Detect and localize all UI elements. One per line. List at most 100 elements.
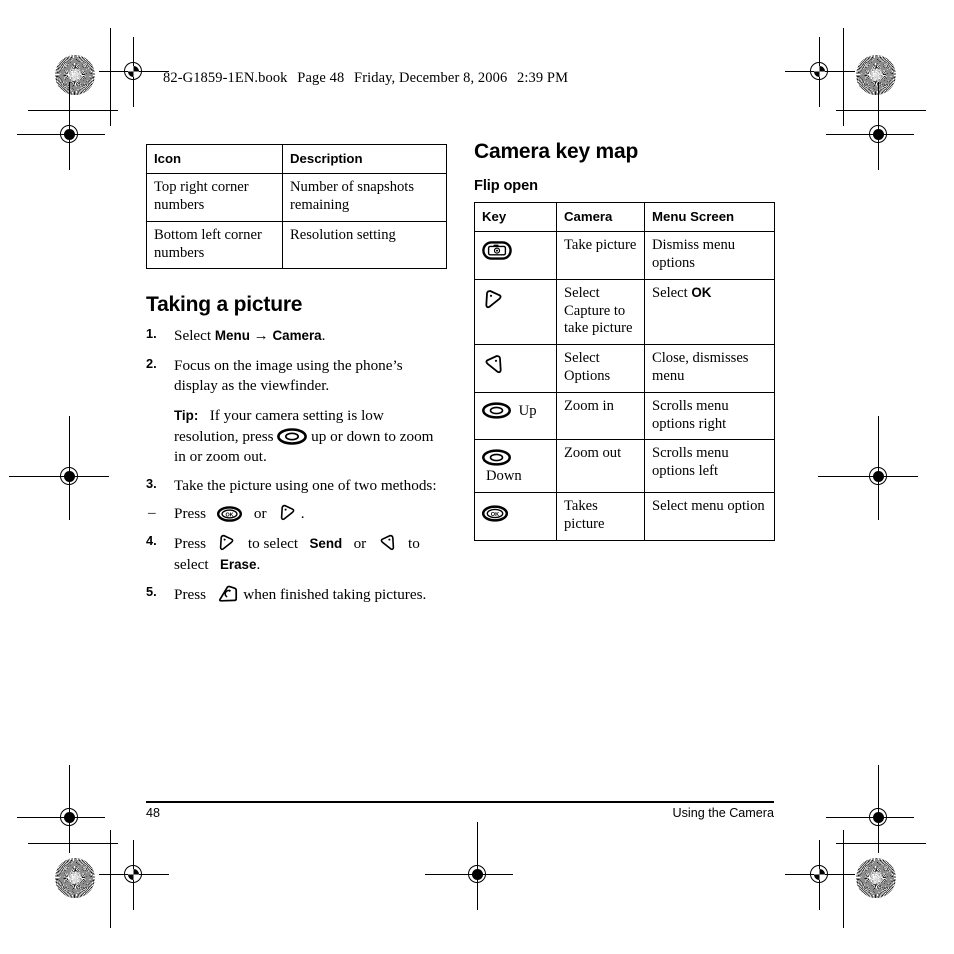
cell-key: Down xyxy=(474,439,557,493)
svg-text:OK: OK xyxy=(491,512,499,518)
ui-term-menu: Menu xyxy=(214,328,250,344)
header-time: 2:39 PM xyxy=(517,70,569,86)
registration-mark-bottom-right xyxy=(785,840,855,910)
registration-mark-mid-right xyxy=(818,416,918,520)
cell-menu-screen: Close, dismisses menu xyxy=(644,344,775,393)
cell-camera: Takes picture xyxy=(556,491,645,541)
registration-mark-bottom-center xyxy=(425,822,513,910)
ui-term-send: Send xyxy=(309,536,343,552)
trim-rule-right xyxy=(843,28,845,126)
camera-key-icon xyxy=(482,241,512,260)
subsection-title-flip-open: Flip open xyxy=(474,178,538,194)
cell-menu-screen: Select menu option xyxy=(644,491,775,541)
arrow-glyph: → xyxy=(253,328,269,345)
cell-description: Resolution setting xyxy=(282,220,447,270)
trim-rule-right-bottom xyxy=(843,830,845,928)
registration-mark-top-left xyxy=(99,37,169,107)
cell-menu-screen: Scrolls menu options left xyxy=(644,439,775,493)
step-3: 3. Take the picture using one of two met… xyxy=(146,476,446,496)
trim-rule-bottom-left xyxy=(28,843,118,845)
nav-key-icon xyxy=(277,427,308,445)
step-text-post: . xyxy=(321,327,326,345)
registration-mark-lower-left-inner xyxy=(17,765,105,853)
footer-page-number: 48 xyxy=(146,806,161,820)
table-row: Up Zoom in Scrolls menu options right xyxy=(474,391,775,441)
trim-rule-top-right xyxy=(836,110,926,112)
step-text-pre: Select xyxy=(174,327,215,345)
step-number: 5. xyxy=(146,583,157,599)
step4-to-select-label: to select xyxy=(247,535,299,553)
step-text: Focus on the image using the phone’s dis… xyxy=(174,357,403,395)
table-row: Down Zoom out Scrolls menu options left xyxy=(474,439,775,493)
cell-key xyxy=(474,344,557,393)
right-soft-key-icon xyxy=(482,353,505,376)
ui-term-erase: Erase xyxy=(219,556,257,572)
table-row: Select Options Close, dismisses menu xyxy=(474,344,775,393)
step4-to-label: to xyxy=(408,535,420,553)
cell-camera: Select Options xyxy=(556,344,645,393)
step-5: 5. Press when finished taking pictures. xyxy=(146,584,446,605)
cell-key xyxy=(474,231,557,280)
substep-period: . xyxy=(300,505,305,523)
left-soft-key-icon xyxy=(217,533,236,552)
table-row: Take picture Dismiss menu options xyxy=(474,231,775,280)
ok-key-icon: OK xyxy=(217,506,243,523)
step4-or-label: or xyxy=(353,535,367,553)
header-page: Page 48 xyxy=(297,70,345,86)
column-header-key: Key xyxy=(474,201,557,233)
registration-mark-top-right xyxy=(785,37,855,107)
section-title-taking-a-picture: Taking a picture xyxy=(146,293,303,317)
cell-menu-screen: Dismiss menu options xyxy=(644,231,775,280)
page-canvas: 82-G1859-1EN.book Page 48 Friday, Decemb… xyxy=(0,0,954,954)
nav-key-icon xyxy=(482,449,511,466)
section-title-camera-key-map: Camera key map xyxy=(474,140,639,163)
right-soft-key-icon xyxy=(378,533,397,552)
svg-text:OK: OK xyxy=(226,513,234,519)
cell-icon: Bottom left corner numbers xyxy=(146,220,283,270)
document-header: 82-G1859-1EN.book Page 48 Friday, Decemb… xyxy=(163,70,568,87)
starburst-registration-mark-bottom-left xyxy=(55,858,95,898)
footer-rule xyxy=(146,801,774,803)
table-row: OK Takes picture Select menu option xyxy=(474,491,775,541)
starburst-registration-mark-top-right xyxy=(856,55,896,95)
tip-block: Tip: If your camera setting is low resol… xyxy=(146,406,446,467)
step4-period: . xyxy=(256,555,261,573)
ui-term-camera: Camera xyxy=(272,328,322,344)
ok-key-icon: OK xyxy=(482,505,508,522)
left-soft-key-icon xyxy=(278,503,297,522)
step-3-substep: – Press OK or . xyxy=(146,503,446,524)
end-call-key-icon xyxy=(217,584,239,604)
step5-press-label: Press xyxy=(174,585,207,603)
trim-rule-top-left xyxy=(28,110,118,112)
cell-camera: Zoom in xyxy=(556,391,645,441)
step-number: 4. xyxy=(146,533,157,549)
footer-section-title: Using the Camera xyxy=(672,806,775,820)
table-header-row: Icon Description xyxy=(146,143,447,175)
cell-key: OK xyxy=(474,491,557,541)
step-1: 1. Select Menu → Camera. xyxy=(146,326,446,347)
steps-list: 1. Select Menu → Camera. 2. Focus on the… xyxy=(146,326,446,604)
left-soft-key-icon xyxy=(482,288,505,311)
ui-term-ok: OK xyxy=(691,284,712,300)
table-row: Top right corner numbers Number of snaps… xyxy=(146,173,447,222)
step-text: Take the picture using one of two method… xyxy=(174,477,437,495)
step5-text: when finished taking pictures. xyxy=(243,585,427,603)
cell-description: Number of snapshots remaining xyxy=(282,173,447,222)
cell-menu-screen: Select OK xyxy=(644,278,775,346)
step4-select-label: select xyxy=(174,555,209,573)
camera-key-map-table: Key Camera Menu Screen Take picture Dism… xyxy=(474,201,775,541)
header-date: Friday, December 8, 2006 xyxy=(354,70,508,86)
registration-mark-upper-left-inner xyxy=(17,82,105,170)
key-direction-label: Up xyxy=(518,402,537,419)
tip-label: Tip: xyxy=(174,408,199,424)
step-number: 2. xyxy=(146,356,157,372)
step-number: 1. xyxy=(146,326,157,342)
cell-camera: Take picture xyxy=(556,231,645,280)
table-row: Bottom left corner numbers Resolution se… xyxy=(146,220,447,270)
table-header-row: Key Camera Menu Screen xyxy=(474,201,775,233)
trim-rule-left xyxy=(110,28,112,126)
registration-mark-bottom-left xyxy=(99,840,169,910)
trim-rule-bottom-right xyxy=(836,843,926,845)
starburst-registration-mark-bottom-right xyxy=(856,858,896,898)
cell-camera: Zoom out xyxy=(556,439,645,493)
